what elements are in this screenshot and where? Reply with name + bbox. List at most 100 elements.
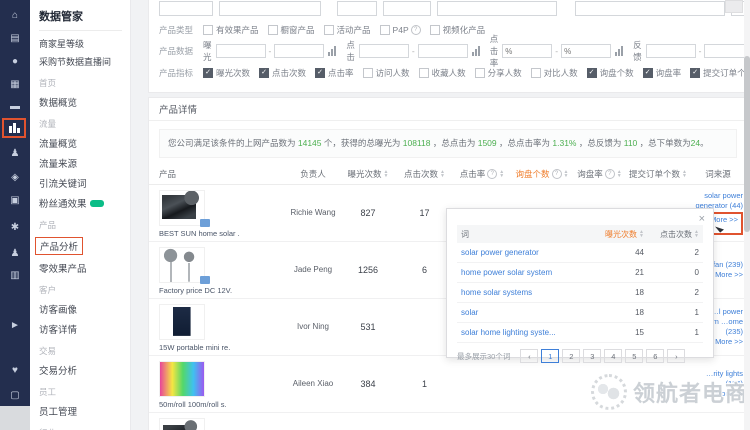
range-min-input[interactable] bbox=[216, 44, 266, 58]
product-metric-checkbox[interactable]: ✓点击次数 bbox=[259, 67, 306, 79]
popup-keyword-link[interactable]: solar home lighting syste... bbox=[457, 328, 588, 337]
sidebar-item[interactable]: 交易分析 bbox=[39, 363, 130, 377]
product-metric-checkbox[interactable]: ✓点击率 bbox=[315, 67, 354, 79]
popup-column-header[interactable]: 点击次数▲▼ bbox=[648, 229, 703, 240]
product-metric-checkbox[interactable]: ✓询盘个数 bbox=[587, 67, 634, 79]
page-button[interactable]: 4 bbox=[604, 349, 622, 363]
range-min-input[interactable] bbox=[646, 44, 696, 58]
column-header[interactable]: 曝光次数▲▼ bbox=[339, 168, 397, 180]
customers-icon[interactable]: ♟ bbox=[0, 246, 30, 262]
sidebar-item[interactable]: 访客详情 bbox=[39, 322, 130, 336]
analytics-icon[interactable] bbox=[2, 118, 26, 138]
range-label: 点击 bbox=[346, 39, 355, 63]
page-button[interactable]: 5 bbox=[625, 349, 643, 363]
filter-control-0[interactable] bbox=[159, 1, 213, 16]
product-data-label: 产品数据 bbox=[159, 45, 203, 57]
store-icon[interactable]: ▢ bbox=[0, 388, 30, 404]
more-link[interactable]: More >> bbox=[710, 215, 738, 224]
range-max-input[interactable] bbox=[418, 44, 468, 58]
page-button[interactable]: 1 bbox=[541, 349, 559, 363]
settings-icon[interactable]: ✱ bbox=[0, 220, 30, 236]
sidebar-item[interactable]: 粉丝通效果 bbox=[39, 196, 130, 210]
popup-keyword-link[interactable]: solar bbox=[457, 308, 588, 317]
popup-column-label: 曝光次数 bbox=[605, 229, 637, 240]
sort-icon: ▲▼ bbox=[639, 230, 644, 238]
sidebar-item[interactable]: 流量来源 bbox=[39, 156, 130, 170]
send-icon[interactable]: ► bbox=[0, 318, 30, 334]
sidebar-section-label: 客户 bbox=[39, 284, 130, 296]
metric-cell-exposure: 1256 bbox=[339, 265, 397, 275]
range-max-input[interactable] bbox=[274, 44, 324, 58]
page-button[interactable]: 6 bbox=[646, 349, 664, 363]
product-metric-checkbox[interactable]: 收藏人数 bbox=[419, 67, 466, 79]
sidebar-item[interactable]: 产品分析 bbox=[39, 237, 130, 255]
column-header: 负责人 bbox=[287, 168, 339, 180]
sidebar-item[interactable]: 访客画像 bbox=[39, 302, 130, 316]
filter-control-5[interactable] bbox=[575, 1, 725, 16]
product-metric-checkbox[interactable]: ✓询盘率 bbox=[643, 67, 682, 79]
share-icon[interactable]: ◈ bbox=[0, 170, 30, 186]
product-type-label: 产品类型 bbox=[159, 24, 203, 36]
watermark-logo-icon bbox=[591, 374, 627, 410]
checkbox-icon bbox=[419, 68, 429, 78]
page-button[interactable]: › bbox=[667, 349, 685, 363]
checkbox-icon: ✓ bbox=[643, 68, 653, 78]
product-cell: Factory price DC 12V. bbox=[149, 242, 287, 298]
range-max-input[interactable] bbox=[561, 44, 611, 58]
column-header[interactable]: 点击率?▲▼ bbox=[452, 168, 512, 180]
product-cell: 15W portable mini re. bbox=[149, 299, 287, 355]
table-header: 产品负责人曝光次数▲▼点击次数▲▼点击率?▲▼询盘个数?▲▼询盘率?▲▼提交订单… bbox=[149, 164, 747, 185]
checkbox-label: 提交订单个数 bbox=[703, 67, 750, 79]
close-icon[interactable]: × bbox=[699, 213, 705, 225]
sidebar-link-1[interactable]: 采购节数据直播间 bbox=[39, 55, 130, 68]
filter-control-1[interactable] bbox=[219, 1, 321, 16]
filter-control-3[interactable] bbox=[383, 1, 431, 16]
product-metric-checkbox[interactable]: 对比人数 bbox=[531, 67, 578, 79]
sidebar-item[interactable]: 数据概览 bbox=[39, 95, 130, 109]
popup-column-header[interactable]: 曝光次数▲▼ bbox=[588, 229, 648, 240]
product-metric-checkbox[interactable]: ✓曝光次数 bbox=[203, 67, 250, 79]
notifications-icon[interactable]: ● bbox=[0, 54, 30, 70]
company-icon[interactable]: ▥ bbox=[0, 268, 30, 284]
product-title-link[interactable]: 50m/roll 100m/roll s. bbox=[159, 400, 287, 409]
range-min-input[interactable] bbox=[359, 44, 409, 58]
popup-keyword-link[interactable]: solar power generator bbox=[457, 248, 588, 257]
sidebar-item[interactable]: 引流关键词 bbox=[39, 176, 130, 190]
products-icon[interactable]: ▣ bbox=[0, 193, 30, 209]
messages-icon[interactable]: ▬ bbox=[0, 99, 30, 115]
page-button[interactable]: 2 bbox=[562, 349, 580, 363]
column-header[interactable]: 询盘个数?▲▼ bbox=[512, 168, 572, 180]
product-title-link[interactable]: BEST SUN home solar . bbox=[159, 229, 287, 238]
page-button[interactable]: 3 bbox=[583, 349, 601, 363]
product-metric-checkbox[interactable]: 分享人数 bbox=[475, 67, 522, 79]
popup-keyword-row: home solar systems182 bbox=[457, 283, 703, 303]
column-header[interactable]: 询盘率?▲▼ bbox=[572, 168, 627, 180]
watermark: 领航者电商 bbox=[591, 374, 748, 410]
sidebar-item[interactable]: 零效果产品 bbox=[39, 261, 130, 275]
apps-icon[interactable]: ▦ bbox=[0, 77, 30, 93]
popup-keyword-link[interactable]: home power solar system bbox=[457, 268, 588, 277]
column-header[interactable]: 提交订单个数▲▼ bbox=[627, 168, 689, 180]
sidebar-link-0[interactable]: 商家星等级 bbox=[39, 37, 130, 50]
home-icon[interactable]: ⌂ bbox=[0, 8, 30, 24]
product-metric-checkbox[interactable]: ✓提交订单个数 bbox=[690, 67, 750, 79]
scrollbar-thumb[interactable] bbox=[744, 56, 750, 232]
mini-chart-icon bbox=[472, 46, 480, 56]
sidebar-item[interactable]: 流量概览 bbox=[39, 136, 130, 150]
filter-control-4[interactable] bbox=[437, 1, 557, 16]
popup-keyword-link[interactable]: home solar systems bbox=[457, 288, 588, 297]
main-content: 产品类型 有效果产品橱窗产品活动产品P4P?视频化产品 产品数据 曝光-点击-点… bbox=[131, 0, 750, 430]
page-button[interactable]: ‹ bbox=[520, 349, 538, 363]
product-metric-checkbox[interactable]: 访问人数 bbox=[363, 67, 410, 79]
product-title-link[interactable]: 15W portable mini re. bbox=[159, 343, 287, 352]
product-metric-label: 产品指标 bbox=[159, 67, 203, 79]
orders-icon[interactable]: ▤ bbox=[0, 31, 30, 47]
sidebar-item[interactable]: 员工管理 bbox=[39, 404, 130, 418]
owner-cell: Jade Peng bbox=[287, 265, 339, 275]
product-title-link[interactable]: Factory price DC 12V. bbox=[159, 286, 287, 295]
favorites-icon[interactable]: ♥ bbox=[0, 363, 30, 379]
range-min-input[interactable] bbox=[502, 44, 552, 58]
contacts-icon[interactable]: ♟ bbox=[0, 146, 30, 162]
filter-control-2[interactable] bbox=[337, 1, 377, 16]
column-header[interactable]: 点击次数▲▼ bbox=[397, 168, 452, 180]
